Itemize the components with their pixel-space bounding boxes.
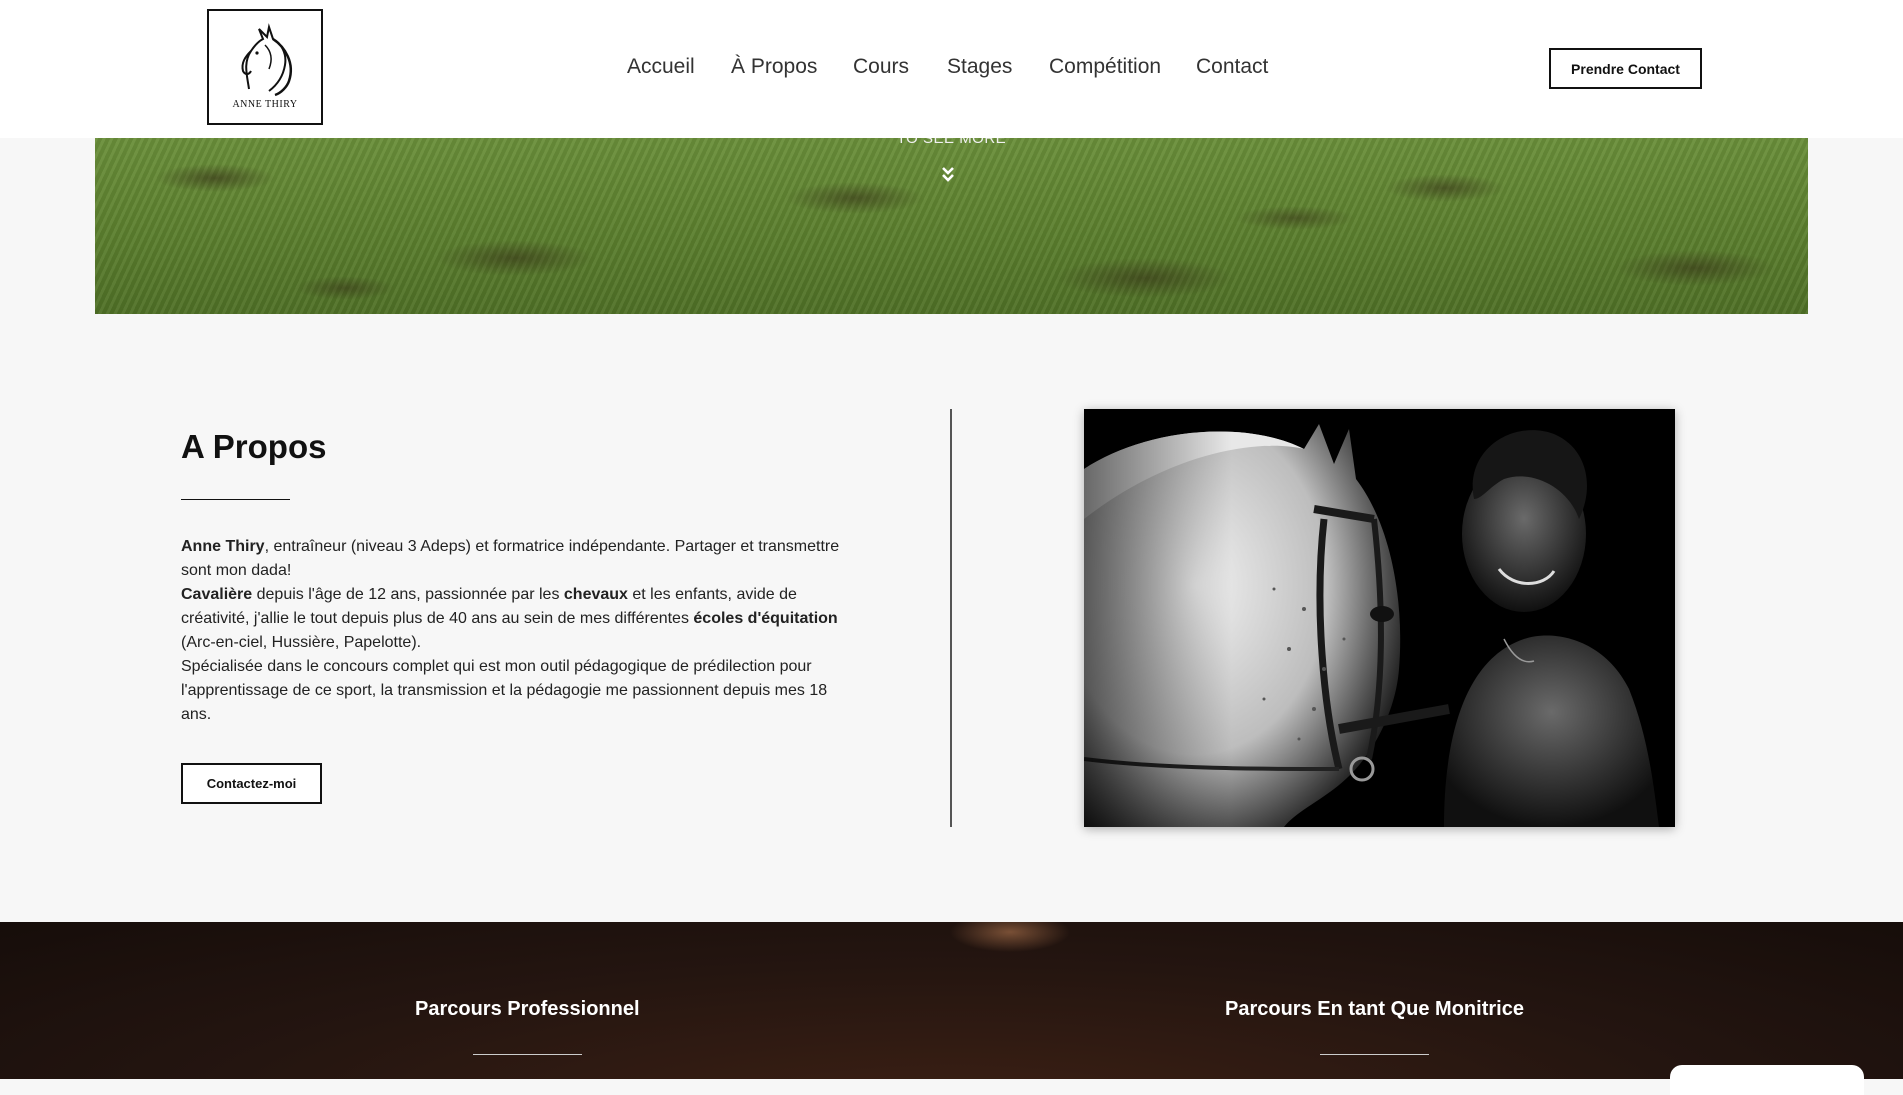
left-title-underline: [473, 1054, 582, 1055]
nav-competition[interactable]: Compétition: [1049, 55, 1161, 79]
contactez-moi-button[interactable]: Contactez-moi: [181, 763, 322, 804]
title-underline: [181, 499, 290, 500]
nav-stages[interactable]: Stages: [947, 55, 1012, 79]
horse-logo-icon: [241, 23, 292, 97]
name-bold: Anne Thiry: [181, 538, 265, 555]
nav-a-propos[interactable]: À Propos: [731, 55, 817, 79]
about-line2a: depuis l'âge de 12 ans, passionnée par l…: [252, 586, 564, 603]
double-chevron-down-icon[interactable]: [941, 166, 955, 184]
about-paragraph-2: Cavalière depuis l'âge de 12 ans, passio…: [181, 583, 861, 655]
about-line1: , entraîneur (niveau 3 Adeps) et formatr…: [181, 538, 840, 579]
logo[interactable]: ANNE THIRY: [207, 9, 323, 125]
about-text: Anne Thiry, entraîneur (niveau 3 Adeps) …: [181, 535, 861, 727]
logo-text: ANNE THIRY: [232, 99, 298, 110]
site-header: ANNE THIRY Accueil À Propos Cours Stages…: [0, 0, 1903, 138]
right-title-underline: [1320, 1054, 1429, 1055]
cavaliere-bold: Cavalière: [181, 586, 253, 603]
parcours-monitrice-title: Parcours En tant Que Monitrice: [1225, 998, 1524, 1020]
parcours-section: Parcours Professionnel Parcours En tant …: [0, 922, 1903, 1079]
nav-contact[interactable]: Contact: [1196, 55, 1268, 79]
nav-cours[interactable]: Cours: [853, 55, 909, 79]
parcours-professionnel-title: Parcours Professionnel: [415, 998, 640, 1020]
about-line2c: (Arc-en-ciel, Hussière, Papelotte).: [181, 634, 422, 651]
about-paragraph-1: Anne Thiry, entraîneur (niveau 3 Adeps) …: [181, 535, 861, 583]
chat-widget[interactable]: [1670, 1065, 1864, 1095]
about-paragraph-3: Spécialisée dans le concours complet qui…: [181, 658, 828, 723]
chevaux-bold: chevaux: [563, 586, 628, 603]
nav-accueil[interactable]: Accueil: [627, 55, 695, 79]
about-title: A Propos: [181, 428, 327, 465]
ecoles-bold: écoles d'équitation: [693, 610, 838, 627]
anne-horse-photo: [1084, 409, 1675, 827]
vertical-divider: [950, 409, 952, 827]
hero-banner: TO SEE MORE: [95, 130, 1808, 314]
prendre-contact-button[interactable]: Prendre Contact: [1549, 48, 1702, 89]
